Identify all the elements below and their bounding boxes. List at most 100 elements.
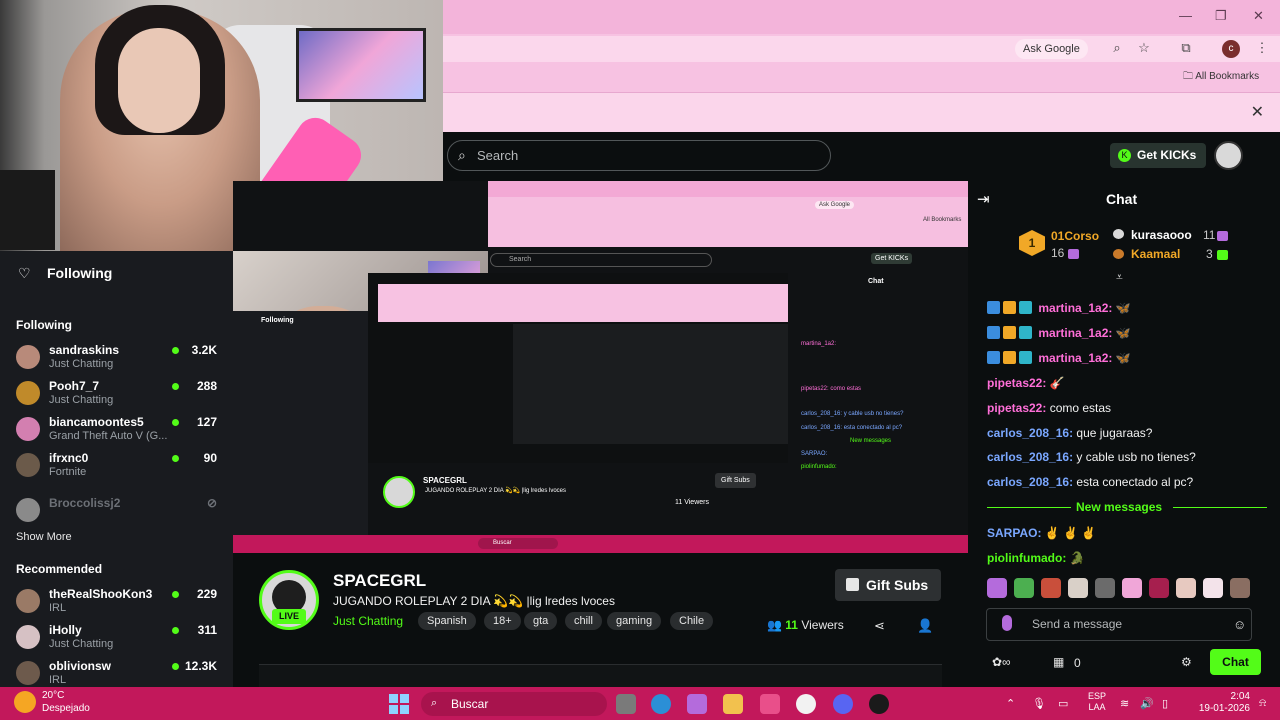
collapse-chat-icon[interactable]: ⇥ (977, 190, 990, 208)
emote-icon[interactable] (1230, 578, 1250, 598)
tag[interactable]: gta (524, 612, 558, 630)
minimize-icon[interactable]: — (1179, 8, 1192, 23)
mirror-viewers: 11 Viewers (675, 499, 709, 506)
infobar-close-icon[interactable]: ✕ (1251, 102, 1264, 122)
bookmark-star-icon[interactable]: ☆ (1136, 40, 1152, 56)
input-language[interactable]: ESP LAA (1088, 691, 1106, 713)
menu-kebab-icon[interactable]: ⋮ (1254, 40, 1270, 56)
follow-user-icon[interactable]: 👤 (917, 618, 933, 634)
avatar (16, 661, 40, 685)
chat-username[interactable]: martina_1a2: (1038, 351, 1112, 365)
divider-line (1173, 507, 1267, 508)
mirror-channel-name: SPACEGRL (423, 476, 467, 485)
stream-category[interactable]: Just Chatting (333, 614, 403, 628)
mirror-chat-line: carlos_208_16: y cable usb no tienes? (801, 411, 904, 417)
emote-cat-icon[interactable] (1068, 578, 1088, 598)
copilot-icon[interactable] (687, 694, 707, 714)
file-explorer-icon[interactable] (616, 694, 636, 714)
chat-text: 🦋 (1112, 326, 1131, 340)
tag[interactable]: Spanish (418, 612, 476, 630)
window-close-icon[interactable]: ✕ (1253, 8, 1264, 24)
maximize-icon[interactable]: ❐ (1215, 8, 1227, 24)
volume-icon[interactable]: 🔊 (1140, 697, 1154, 710)
discord-icon[interactable] (833, 694, 853, 714)
sidebar-channel[interactable]: ifrxnc0 Fortnite 90 (16, 451, 221, 485)
channel-name[interactable]: SPACEGRL (333, 571, 426, 591)
expand-pinned-icon[interactable]: ⩡ (1116, 270, 1123, 285)
edge-icon[interactable] (651, 694, 671, 714)
tag[interactable]: 18+ (484, 612, 521, 630)
mic-tray-icon[interactable]: 🎙 (1032, 697, 1046, 710)
start-icon[interactable] (389, 694, 409, 714)
tray-overflow-icon[interactable]: ⌃ (1006, 697, 1015, 710)
sidebar-channel[interactable]: sandraskins Just Chatting 3.2K (16, 343, 221, 377)
chat-input-placeholder: Send a message (1032, 617, 1123, 631)
profile-avatar[interactable]: c (1222, 40, 1240, 58)
chrome-icon[interactable] (796, 694, 816, 714)
vault-icon[interactable]: ▦ (1053, 655, 1064, 669)
chat-username[interactable]: martina_1a2: (1038, 301, 1112, 315)
microphone-icon[interactable] (1002, 615, 1012, 631)
emote-icon[interactable] (1149, 578, 1169, 598)
emote-icon[interactable] (1176, 578, 1196, 598)
chat-username[interactable]: martina_1a2: (1038, 326, 1112, 340)
emote-icon[interactable] (1122, 578, 1142, 598)
browser-chrome: — ❐ ✕ Ask Google ⌕ ☆ ⧉ c ⋮ 🗀 All Bookmar… (443, 0, 1280, 132)
share-icon[interactable]: ⋖ (874, 618, 885, 634)
wifi-icon[interactable]: ≋ (1120, 697, 1129, 710)
viewer-label: Viewers (801, 618, 844, 632)
gifter-name[interactable]: kurasaooo (1131, 228, 1192, 242)
sidebar-channel[interactable]: theRealShooKon3 IRL 229 (16, 587, 221, 621)
channel-points-icon[interactable]: ✿∞ (992, 655, 1011, 669)
video-player[interactable]: Ask Google All Bookmarks Search Get KICK… (233, 181, 968, 553)
address-bar[interactable] (443, 36, 1280, 62)
crown-icon (1003, 351, 1016, 364)
top-gifter-name[interactable]: 01Corso (1051, 229, 1099, 243)
send-chat-button[interactable]: Chat (1210, 649, 1261, 675)
notification-icon[interactable]: ⍾ (1259, 697, 1266, 710)
gifter-name[interactable]: Kaamaal (1131, 247, 1180, 261)
emote-butterfly-icon[interactable] (987, 578, 1007, 598)
sidebar-channel-offline[interactable]: Broccolissj2 ⊘ (16, 496, 221, 530)
folder-icon[interactable] (723, 694, 743, 714)
chat-message: pipetas22: 🎸 (987, 376, 1065, 390)
tag[interactable]: gaming (607, 612, 662, 630)
chat-message: carlos_208_16: que jugaraas? (987, 426, 1152, 440)
sidebar-channel[interactable]: iHolly Just Chatting 311 (16, 623, 221, 657)
battery-icon[interactable]: ▯ (1162, 697, 1168, 710)
sidebar-channel[interactable]: biancamoontes5 Grand Theft Auto V (G... … (16, 415, 221, 449)
clock[interactable]: 2:04 19-01-2026 (1190, 691, 1250, 715)
chat-username[interactable]: carlos_208_16: (987, 475, 1073, 489)
emote-frog-icon[interactable] (1014, 578, 1034, 598)
all-bookmarks[interactable]: 🗀 All Bookmarks (1183, 69, 1259, 86)
obs-icon[interactable] (869, 694, 889, 714)
mirror-chat-title: Chat (868, 278, 884, 285)
chat-username[interactable]: pipetas22: (987, 401, 1046, 415)
emote-icon[interactable] (1095, 578, 1115, 598)
tag[interactable]: chill (565, 612, 602, 630)
clock-date: 19-01-2026 (1198, 703, 1250, 714)
sidebar-channel[interactable]: Pooh7_7 Just Chatting 288 (16, 379, 221, 413)
show-more-link[interactable]: Show More (16, 531, 72, 543)
chat-settings-icon[interactable]: ⚙ (1181, 655, 1192, 669)
sidebar-header[interactable]: Following (47, 265, 112, 281)
emote-kitty-icon[interactable] (1203, 578, 1223, 598)
chat-username[interactable]: carlos_208_16: (987, 426, 1073, 440)
mirror-nested-browser (378, 284, 788, 322)
extensions-icon[interactable]: ⧉ (1178, 40, 1194, 56)
ask-google-button[interactable]: Ask Google (1015, 39, 1088, 59)
chat-username[interactable]: pipetas22: (987, 376, 1046, 390)
zoom-icon[interactable]: ⌕ (1109, 40, 1125, 56)
emoji-icon[interactable]: ☺ (1233, 617, 1246, 632)
user-avatar[interactable] (1214, 141, 1243, 170)
tray-icon[interactable]: ▭ (1058, 697, 1068, 710)
weather-icon[interactable] (14, 691, 36, 713)
store-icon[interactable] (760, 694, 780, 714)
tag[interactable]: Chile (670, 612, 714, 630)
taskbar-search[interactable] (421, 692, 607, 716)
emote-icon[interactable] (1041, 578, 1061, 598)
chat-username[interactable]: carlos_208_16: (987, 450, 1073, 464)
mirror-chat-line: piolinfumado: (801, 464, 837, 470)
chat-username[interactable]: piolinfumado: (987, 551, 1066, 565)
chat-username[interactable]: SARPAO: (987, 526, 1041, 540)
